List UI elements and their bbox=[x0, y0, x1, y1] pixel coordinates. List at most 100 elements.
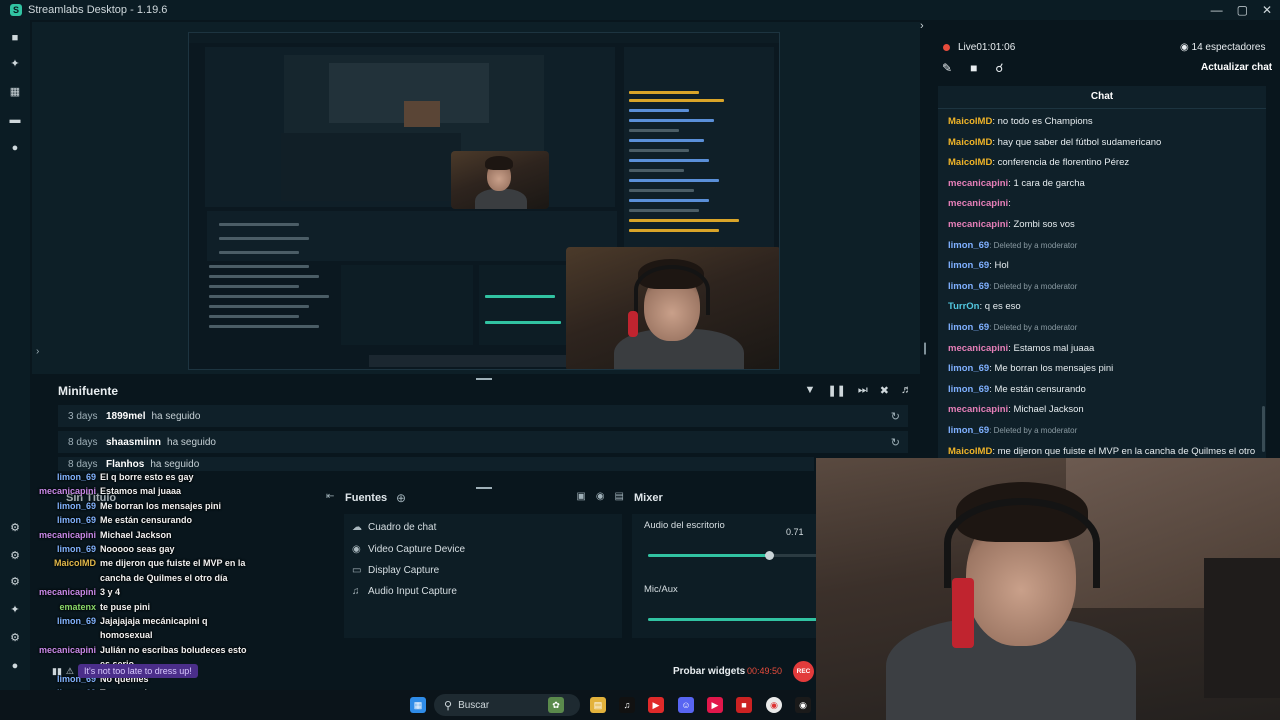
apps-icon[interactable]: ✦ bbox=[9, 604, 21, 616]
info-icon[interactable]: ■ bbox=[970, 61, 977, 75]
file-explorer-icon[interactable]: ▤ bbox=[590, 697, 606, 713]
rec-button[interactable]: REC bbox=[793, 661, 814, 682]
overlay-chat-line: MaicolMD me dijeron que fuiste el MVP en … bbox=[38, 556, 298, 570]
pencil-icon[interactable]: ✎ bbox=[942, 61, 952, 75]
window-controls: — ▢ ✕ bbox=[1211, 0, 1272, 20]
mixer-channel-name: Mic/Aux bbox=[644, 584, 678, 595]
chat-text: : Michael Jackson bbox=[1008, 404, 1084, 416]
chat-message: MaicolMD: me dijeron que fuiste el MVP e… bbox=[948, 446, 1266, 457]
tiktok-icon[interactable]: ♫ bbox=[619, 697, 635, 713]
source-item[interactable]: ◉ Video Capture Device bbox=[352, 544, 465, 555]
chat-text: : q es eso bbox=[979, 301, 1021, 313]
expand-left-icon[interactable]: › bbox=[36, 346, 39, 357]
chat-username[interactable]: limon_69 bbox=[948, 322, 989, 333]
studio-mode-icon[interactable]: ⚙ bbox=[9, 576, 21, 588]
event-row: 8 days Flanhos ha seguido bbox=[58, 457, 814, 471]
live-status: Live01:01:06 bbox=[958, 42, 1016, 53]
source-item[interactable]: ▭ Display Capture bbox=[352, 565, 439, 576]
overlay-chat-line: cancha de Quilmes el otro día bbox=[38, 571, 298, 585]
overlay-chat-user: limon_69 bbox=[56, 616, 96, 626]
visibility-icon[interactable]: ◉ bbox=[596, 491, 605, 502]
test-widgets-button[interactable]: Probar widgets bbox=[673, 666, 745, 677]
folder-icon[interactable]: ▤ bbox=[615, 491, 624, 502]
music-icon[interactable]: ▶ bbox=[707, 697, 723, 713]
sources-title: Fuentes bbox=[345, 492, 388, 504]
webcam-feed bbox=[816, 458, 1280, 720]
editor-icon[interactable]: ■ bbox=[9, 32, 21, 44]
chat-username[interactable]: mecanicapini bbox=[948, 198, 1008, 209]
desktop-audio-slider[interactable] bbox=[648, 551, 818, 560]
share-icon[interactable]: ☌ bbox=[995, 61, 1003, 75]
store-icon[interactable]: ▦ bbox=[9, 86, 21, 98]
overlay-chat-line: mecanicapini Julián no escribas boludeces… bbox=[38, 643, 298, 657]
dashboard-icon[interactable]: ⚙ bbox=[9, 522, 21, 534]
chat-username[interactable]: limon_69 bbox=[948, 363, 989, 374]
minifuente-header: Minifuente ▼ ❚❚ ⏭ ✖ ♬ bbox=[50, 380, 918, 402]
add-source-icon[interactable]: ⊕ bbox=[396, 491, 406, 505]
chat-username[interactable]: MaicolMD bbox=[948, 157, 992, 168]
user-icon[interactable]: ● bbox=[9, 660, 21, 672]
chat-username[interactable]: MaicolMD bbox=[948, 116, 992, 127]
chat-message: mecanicapini: Zombi sos vos bbox=[948, 219, 1266, 230]
chat-username[interactable]: mecanicapini bbox=[948, 343, 1008, 354]
overlay-chat-msg: Michael Jackson bbox=[100, 529, 172, 540]
close-icon[interactable]: ✕ bbox=[1262, 3, 1272, 17]
recording-timer: 00:49:50 bbox=[747, 666, 783, 676]
replay-icon[interactable]: ↻ bbox=[891, 410, 900, 423]
collapse-panel-icon[interactable]: › bbox=[920, 20, 930, 32]
chat-message: TurrOn: q es eso bbox=[948, 301, 1266, 312]
chat-username[interactable]: limon_69 bbox=[948, 281, 989, 292]
refresh-chat-button[interactable]: Actualizar chat bbox=[1201, 62, 1272, 73]
discord-icon[interactable]: ☺ bbox=[678, 697, 694, 713]
chat-username[interactable]: limon_69 bbox=[948, 425, 989, 436]
pause-icon[interactable]: ❚❚ bbox=[827, 384, 845, 397]
chat-message: mecanicapini: Michael Jackson bbox=[948, 404, 1266, 415]
chat-username[interactable]: TurrOn bbox=[948, 301, 980, 312]
minimize-icon[interactable]: — bbox=[1211, 3, 1223, 17]
source-item[interactable]: ☁ Cuadro de chat bbox=[352, 522, 436, 533]
windows-start-icon[interactable]: ▦ bbox=[410, 697, 426, 713]
collapse-scenes-icon[interactable]: ⇤ bbox=[326, 491, 334, 502]
layout-icon[interactable]: ▬ bbox=[9, 114, 21, 126]
settings-icon[interactable]: ⚙ bbox=[9, 550, 21, 562]
sources-list: ☁ Cuadro de chat ◉ Video Capture Device ▭ D… bbox=[344, 514, 622, 638]
volume-knob[interactable] bbox=[764, 551, 774, 560]
chat-message: mecanicapini: bbox=[948, 198, 1266, 209]
chrome-icon[interactable]: ◉ bbox=[766, 697, 782, 713]
gear-icon[interactable]: ⚙ bbox=[9, 632, 21, 644]
mixer-panel: Mixer Audio del escritorio 0.71 Mic/Aux bbox=[628, 488, 818, 646]
chat-username[interactable]: MaicolMD bbox=[948, 446, 992, 457]
mute-alerts-icon[interactable]: ✖ bbox=[880, 384, 889, 397]
chat-username[interactable]: MaicolMD bbox=[948, 137, 992, 148]
maximize-icon[interactable]: ▢ bbox=[1237, 3, 1248, 17]
microphone-icon: ♫ bbox=[352, 586, 360, 597]
skip-icon[interactable]: ⏭ bbox=[858, 384, 868, 397]
record-icon[interactable]: ● bbox=[9, 142, 21, 154]
notification-pill[interactable]: It's not too late to dress up! bbox=[77, 664, 198, 678]
mic-aux-slider[interactable] bbox=[648, 618, 818, 621]
volume-icon[interactable]: ♬ bbox=[901, 384, 912, 397]
replay-icon[interactable]: ↻ bbox=[891, 436, 900, 449]
monitor-icon: ▭ bbox=[352, 565, 362, 576]
chat-username[interactable]: limon_69 bbox=[948, 240, 989, 251]
youtube-icon[interactable]: ▶ bbox=[648, 697, 664, 713]
chat-username[interactable]: mecanicapini bbox=[948, 178, 1008, 189]
obs-icon[interactable]: ◉ bbox=[795, 697, 811, 713]
mixer-title: Mixer bbox=[634, 492, 663, 504]
chat-username[interactable]: mecanicapini bbox=[948, 404, 1008, 415]
group-icon[interactable]: ▣ bbox=[576, 491, 585, 502]
filter-icon[interactable]: ▼ bbox=[805, 384, 816, 397]
drag-handle[interactable] bbox=[476, 378, 492, 380]
overlay-chat-line: limon_69 Me borran los mensajes pini bbox=[38, 499, 298, 513]
app-icon[interactable]: ■ bbox=[736, 697, 752, 713]
overlay-chat-msg: me dijeron que fuiste el MVP en la bbox=[100, 558, 246, 569]
themes-icon[interactable]: ✦ bbox=[9, 58, 21, 70]
chat-username[interactable]: mecanicapini bbox=[948, 219, 1008, 230]
chat-username[interactable]: limon_69 bbox=[948, 384, 989, 395]
widgets-icon[interactable]: ✿ bbox=[548, 697, 564, 713]
chat-username[interactable]: limon_69 bbox=[948, 260, 989, 271]
chat-message: limon_69: Deleted by a moderator bbox=[948, 425, 1266, 436]
chat-scrollbar[interactable] bbox=[1262, 406, 1265, 452]
source-item[interactable]: ♫ Audio Input Capture bbox=[352, 586, 457, 597]
chat-text: : Estamos mal juaaa bbox=[1008, 342, 1095, 354]
